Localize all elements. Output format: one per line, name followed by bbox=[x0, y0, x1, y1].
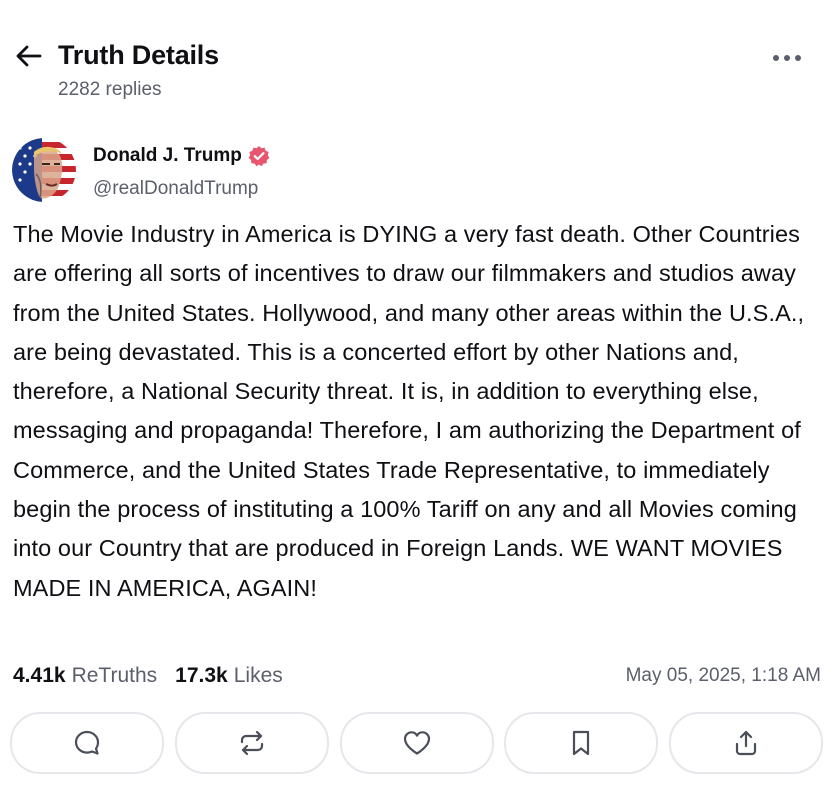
verified-badge-icon bbox=[248, 145, 270, 167]
reply-button[interactable] bbox=[10, 712, 164, 774]
bookmark-icon bbox=[573, 730, 590, 756]
repost-icon bbox=[240, 730, 263, 756]
ellipsis-icon bbox=[773, 55, 801, 61]
reply-count: 2282 replies bbox=[58, 79, 162, 100]
retruths-count[interactable]: 4.41k bbox=[13, 664, 66, 688]
arrow-left-icon bbox=[16, 45, 42, 67]
share-icon bbox=[735, 730, 757, 756]
post-stats: 4.41k ReTruths 17.3k Likes May 05, 2025,… bbox=[13, 662, 821, 690]
post-text: The Movie Industry in America is DYING a… bbox=[13, 221, 805, 601]
retruths-label[interactable]: ReTruths bbox=[72, 664, 158, 688]
bookmark-button[interactable] bbox=[504, 712, 659, 774]
page-header: Truth Details 2282 replies bbox=[0, 0, 833, 110]
more-options-button[interactable] bbox=[768, 44, 806, 72]
share-button[interactable] bbox=[669, 712, 823, 774]
post-timestamp: May 05, 2025, 1:18 AM bbox=[625, 665, 821, 686]
avatar-image bbox=[12, 138, 76, 202]
retruth-button[interactable] bbox=[174, 712, 329, 774]
likes-label[interactable]: Likes bbox=[234, 664, 283, 688]
heart-icon bbox=[403, 731, 430, 755]
action-bar bbox=[10, 712, 823, 774]
like-button[interactable] bbox=[339, 712, 494, 774]
post-author: Donald J. Trump @realDonaldTrump bbox=[12, 138, 812, 204]
author-name[interactable]: Donald J. Trump bbox=[93, 144, 242, 168]
comment-icon bbox=[74, 730, 100, 755]
author-handle[interactable]: @realDonaldTrump bbox=[93, 177, 258, 201]
author-name-row: Donald J. Trump bbox=[93, 144, 270, 168]
page-title: Truth Details bbox=[58, 40, 219, 70]
likes-count[interactable]: 17.3k bbox=[175, 664, 228, 688]
back-button[interactable] bbox=[14, 42, 44, 70]
avatar[interactable] bbox=[12, 138, 76, 202]
